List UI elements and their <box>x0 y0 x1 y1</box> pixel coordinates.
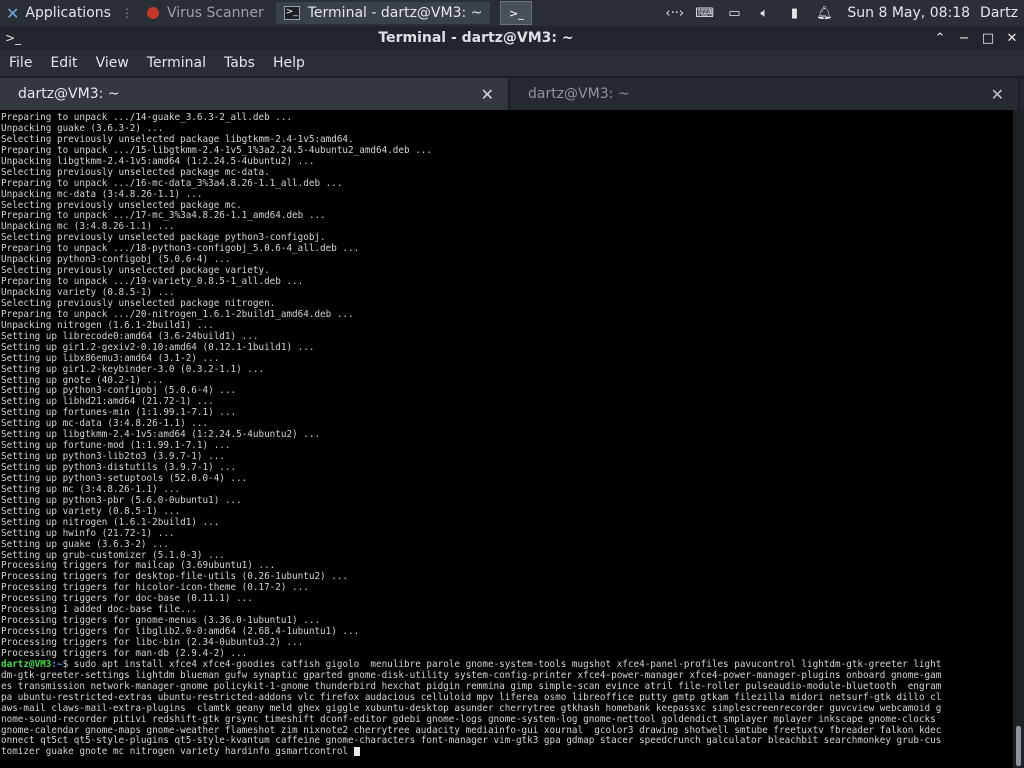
user-menu[interactable]: Dartz <box>980 5 1018 21</box>
workspace-terminal-launcher[interactable]: >_ <box>500 1 533 25</box>
tab-label: dartz@VM3: ~ <box>528 86 630 102</box>
task-label: Terminal - dartz@VM3: ~ <box>307 5 483 21</box>
system-tray: ‹··› ⌨ ▭ 🔈︎ ▮ 🔔︎ <box>665 6 833 21</box>
close-icon[interactable]: ✕ <box>1000 31 1024 46</box>
tab-1[interactable]: dartz@VM3: ~ ✕ <box>0 78 510 110</box>
terminal-output[interactable]: Preparing to unpack .../14-guake_3.6.3-2… <box>0 110 1013 768</box>
text-cursor <box>353 747 360 757</box>
display-icon[interactable]: ▭ <box>725 6 743 21</box>
command-text: sudo apt install xfce4 xfce4-goodies cat… <box>68 658 942 670</box>
menu-edit[interactable]: Edit <box>41 55 86 71</box>
battery-icon[interactable]: ▮ <box>785 6 803 21</box>
terminal-scrollbar[interactable] <box>1013 110 1024 768</box>
tab-close-icon[interactable]: ✕ <box>481 85 494 104</box>
task-label: Virus Scanner <box>166 5 264 21</box>
window-title: Terminal - dartz@VM3: ~ <box>378 30 574 46</box>
window-titlebar[interactable]: >_ Terminal - dartz@VM3: ~ ⌃ − □ ✕ <box>0 26 1024 50</box>
terminal-line: Setting up gir1.2-gexiv2-0.10:amd64 (0.1… <box>1 341 315 353</box>
terminal-line: Setting up guake (3.6.3-2) ... <box>1 538 169 550</box>
xfce-logo-icon: ✕ <box>6 3 20 23</box>
menu-view[interactable]: View <box>87 55 138 71</box>
terminal-launcher-icon: >_ <box>509 6 524 20</box>
virus-scanner-icon <box>146 7 159 19</box>
command-text: es transmission network-manager-gnome po… <box>1 680 942 692</box>
prompt-user: dartz@VM3 <box>1 658 52 670</box>
command-text: tomizer guake gnote mc nitrogen variety … <box>1 746 354 758</box>
terminal-line: Unpacking mc-data (3:4.8.26-1.1) ... <box>1 188 203 200</box>
terminal-line: Setting up nitrogen (1.6.1-2build1) ... <box>1 516 220 528</box>
clock[interactable]: Sun 8 May, 08:18 <box>847 5 970 21</box>
top-panel: ✕ Applications ⋮ Virus Scanner >_ Termin… <box>0 0 1024 26</box>
prompt-path: :~ <box>51 658 63 670</box>
tab-label: dartz@VM3: ~ <box>18 86 120 102</box>
notification-bell-icon[interactable]: 🔔︎ <box>815 6 833 21</box>
command-text: aws-mail claws-mail-extra-plugins clamtk… <box>1 702 942 714</box>
volume-icon[interactable]: 🔈︎ <box>755 6 773 21</box>
applications-label: Applications <box>25 5 111 21</box>
command-text: pa ubuntu-restricted-extras ubuntu-restr… <box>1 691 942 703</box>
command-line: tomizer guake gnote mc nitrogen variety … <box>1 746 1013 758</box>
command-text: dm-gtk-greeter-settings lightdm blueman … <box>1 669 942 681</box>
tab-2[interactable]: dartz@VM3: ~ ✕ <box>510 78 1020 110</box>
terminal-line: Selecting previously unselected package … <box>1 166 270 178</box>
menu-help[interactable]: Help <box>264 55 314 71</box>
minimize-icon[interactable]: − <box>952 31 976 46</box>
menubar: File Edit View Terminal Tabs Help <box>0 50 1024 76</box>
tab-bar: dartz@VM3: ~ ✕ dartz@VM3: ~ ✕ <box>0 78 1024 110</box>
panel-separator-icon: ⋮ <box>120 6 133 20</box>
terminal-content: Preparing to unpack .../14-guake_3.6.3-2… <box>0 110 1013 758</box>
terminal-line: Setting up gir1.2-keybinder-3.0 (0.3.2-1… <box>1 363 265 375</box>
scrollbar-thumb[interactable] <box>1016 726 1021 766</box>
applications-menu[interactable]: ✕ Applications <box>0 0 117 26</box>
terminal-line: Setting up hwinfo (21.72-1) ... <box>1 527 175 539</box>
shade-icon[interactable]: ⌃ <box>928 31 952 46</box>
task-terminal[interactable]: >_ Terminal - dartz@VM3: ~ <box>275 2 491 24</box>
command-text: nome-sound-recorder pitivi redshift-gtk … <box>1 713 936 725</box>
maximize-icon[interactable]: □ <box>976 31 1000 46</box>
menu-tabs[interactable]: Tabs <box>215 55 264 71</box>
terminal-icon: >_ <box>283 6 300 20</box>
menu-file[interactable]: File <box>0 55 41 71</box>
window-terminal-icon[interactable]: >_ <box>2 29 24 47</box>
command-text: gnome-calendar gnome-maps gnome-weather … <box>1 724 942 736</box>
keyboard-icon[interactable]: ⌨ <box>695 6 714 21</box>
command-text: onnect qt5ct qt5-style-plugins qt5-style… <box>1 735 942 747</box>
terminal-line: Setting up libx86emu3:amd64 (3.1-2) ... <box>1 352 220 364</box>
tab-close-icon[interactable]: ✕ <box>991 85 1004 104</box>
network-arrows-icon[interactable]: ‹··› <box>665 6 684 21</box>
menu-terminal[interactable]: Terminal <box>138 55 215 71</box>
terminal-line: Preparing to unpack .../16-mc-data_3%3a4… <box>1 177 343 189</box>
task-virus-scanner[interactable]: Virus Scanner <box>139 2 272 24</box>
